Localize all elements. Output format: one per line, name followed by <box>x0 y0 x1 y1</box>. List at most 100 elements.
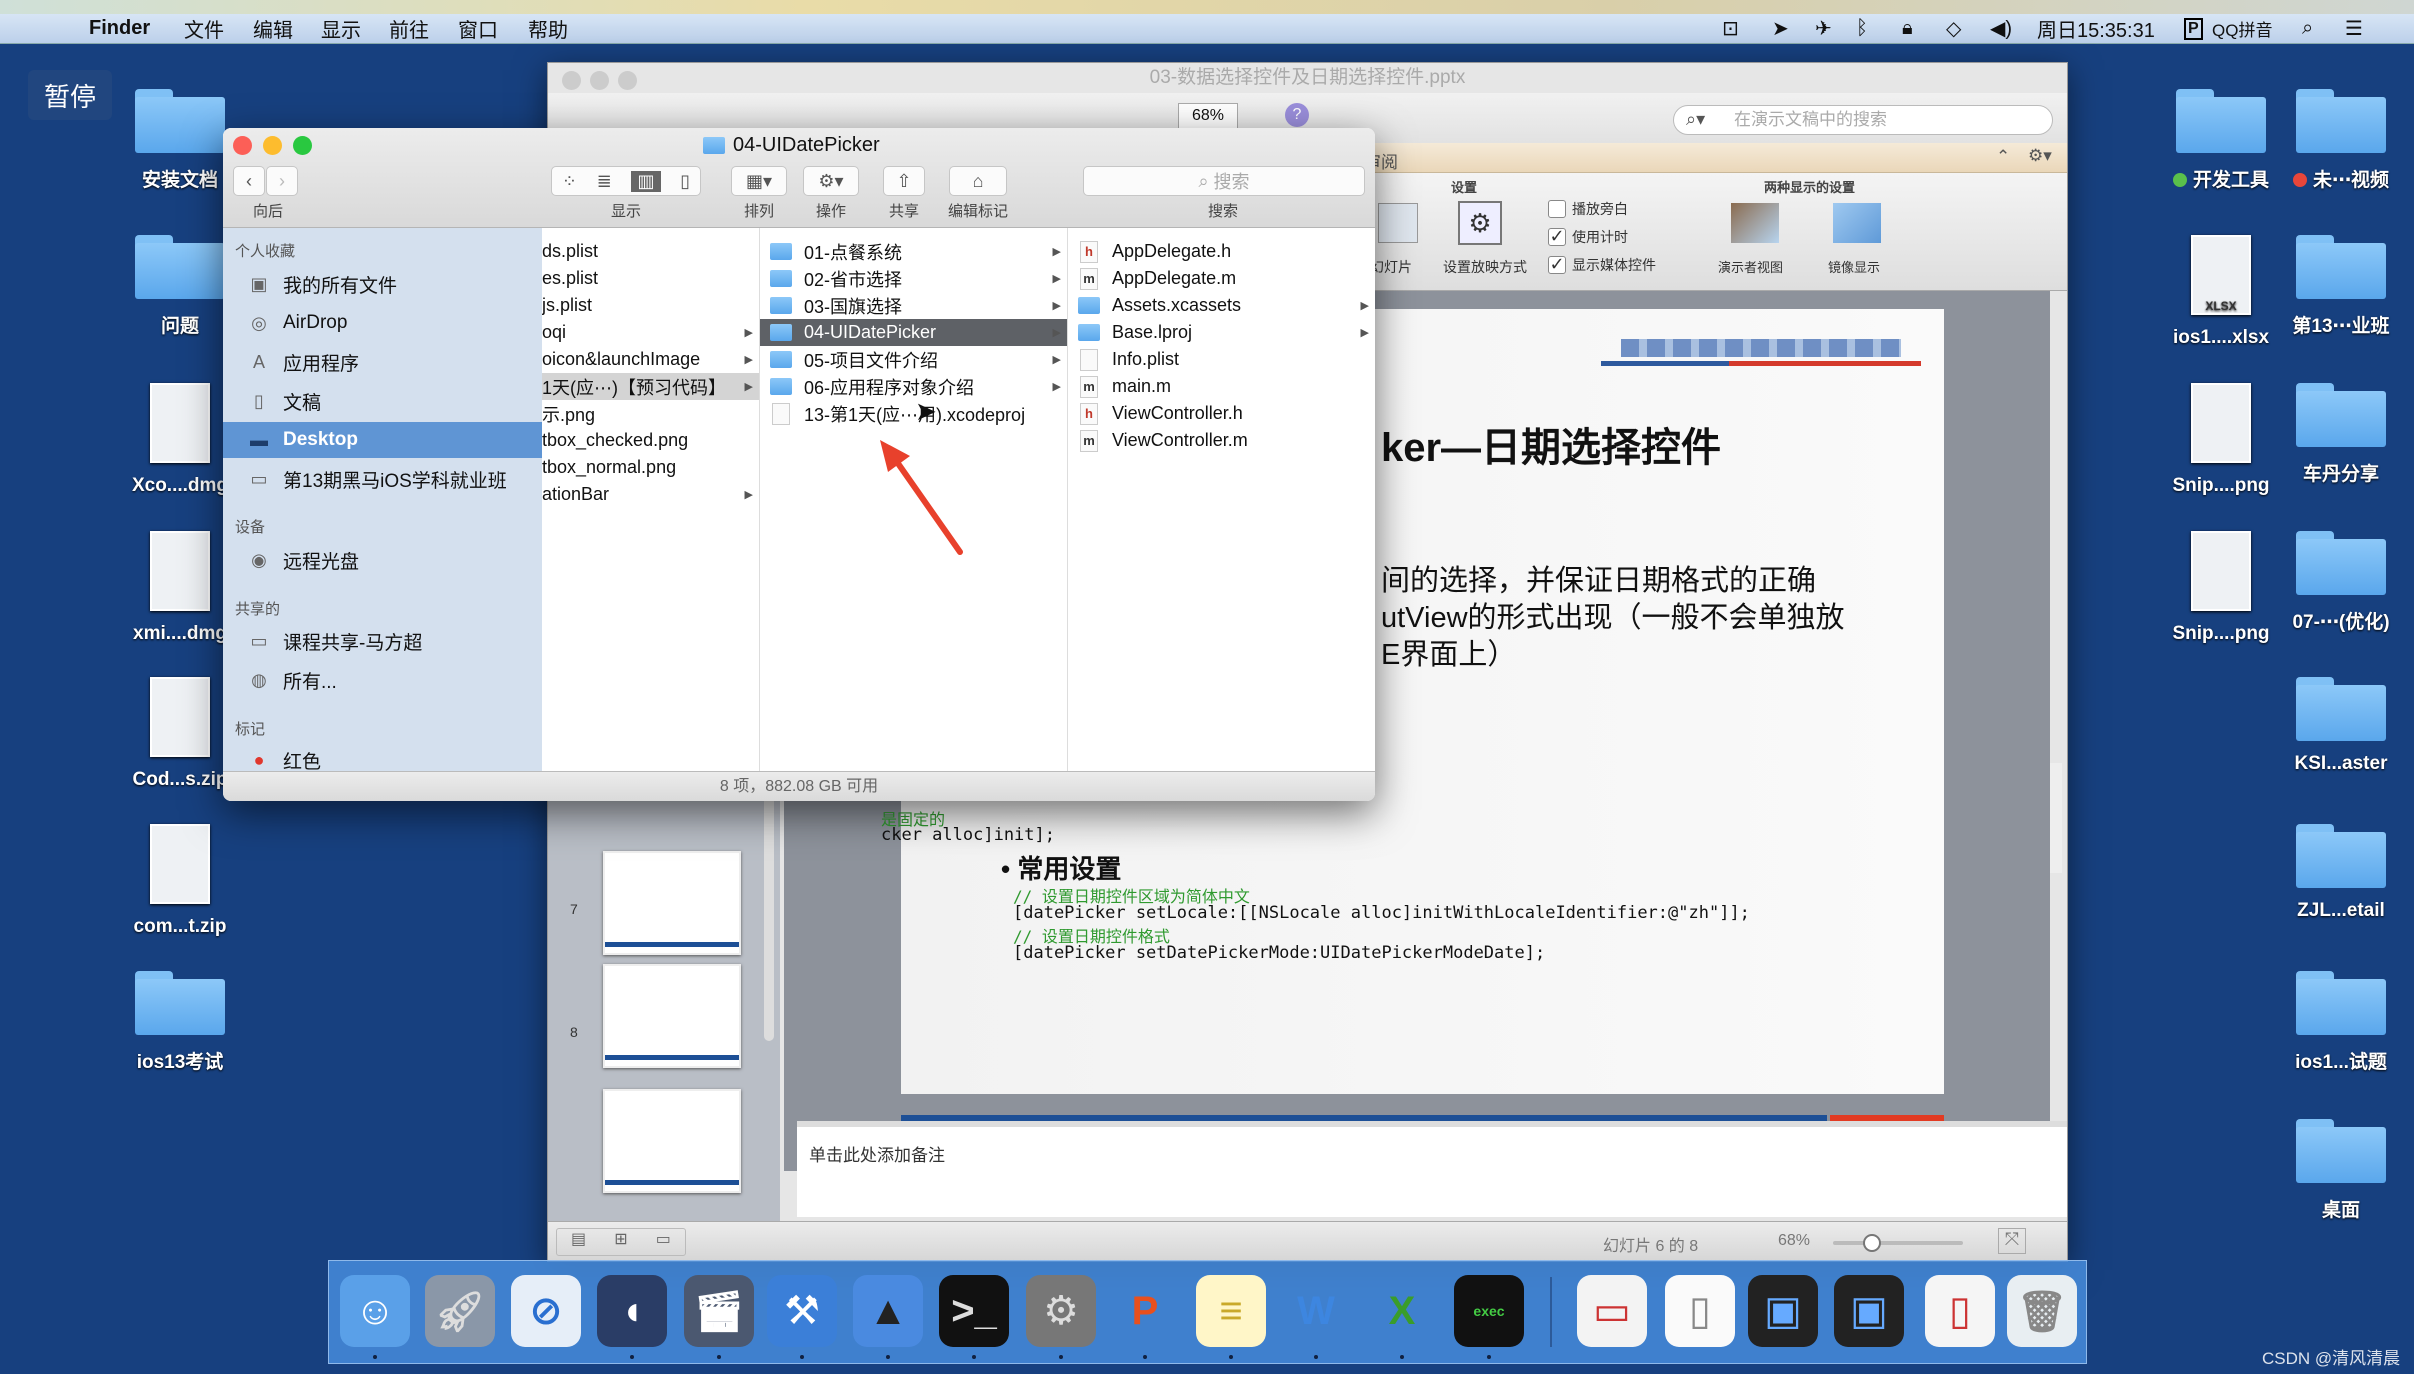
desktop-icon-item[interactable]: 开发工具 <box>2151 89 2291 192</box>
file-row[interactable]: es.plist <box>542 265 759 292</box>
file-row[interactable]: h ViewController.h <box>1068 400 1375 427</box>
finder-minimize-button[interactable] <box>263 136 282 155</box>
column-view-icon[interactable]: ▥ <box>631 170 661 192</box>
volume-icon[interactable]: ◀) <box>1990 16 2012 41</box>
menu-app-name[interactable]: Finder <box>89 17 150 40</box>
dock-excel-icon[interactable]: X <box>1367 1275 1437 1347</box>
file-row[interactable]: ationBar ▶ <box>542 481 759 508</box>
checkbox-media-controls[interactable]: ✓ 显示媒体控件 <box>1548 255 1656 275</box>
sidebar-item-course-folder[interactable]: ▭ 第13期黑马iOS学科就业班 <box>223 461 542 497</box>
file-row[interactable]: ds.plist <box>542 238 759 265</box>
sidebar-item-all-files[interactable]: ▣ 我的所有文件 <box>223 266 542 302</box>
mirror-display-button[interactable]: 镜像显示 <box>1828 257 1880 276</box>
menu-edit[interactable]: 编辑 <box>253 14 293 43</box>
bluetooth-icon[interactable]: ᛒ <box>1856 17 1868 40</box>
desktop-icon-item[interactable]: XLSX ios1....xlsx <box>2151 235 2291 349</box>
dock-simulator-icon[interactable]: ▲ <box>853 1275 923 1347</box>
dock-console-icon[interactable]: exec <box>1454 1275 1524 1347</box>
menu-file[interactable]: 文件 <box>184 14 224 43</box>
dock-launchpad-icon[interactable]: 🚀︎ <box>425 1275 495 1347</box>
file-row[interactable]: m main.m <box>1068 373 1375 400</box>
share-button[interactable]: ⇧ <box>883 166 925 196</box>
zoom-slider[interactable] <box>1833 1234 1963 1252</box>
sidebar-item-applications[interactable]: A 应用程序 <box>223 344 542 380</box>
dock-preview-doc-icon[interactable]: ▭ <box>1577 1275 1647 1347</box>
menu-go[interactable]: 前往 <box>389 14 429 43</box>
location-icon[interactable]: ➤ <box>1772 16 1789 41</box>
ppt-zoom-box[interactable]: 68% <box>1178 103 1238 129</box>
desktop-icon-item[interactable]: Snip....png <box>2151 383 2291 497</box>
collapse-ribbon-icon[interactable]: ⌃ <box>1996 147 2010 167</box>
ppt-search-input[interactable]: 在演示文稿中的搜索 <box>1673 105 2053 135</box>
dock-trash-icon[interactable]: 🗑︎ <box>2007 1275 2077 1347</box>
dock-safari-icon[interactable]: ⊘ <box>511 1275 581 1347</box>
fit-window-icon[interactable]: ⤧ <box>1998 1228 2026 1254</box>
dock-screenshot-2-icon[interactable]: ▣ <box>1834 1275 1904 1347</box>
zoom-slider-knob[interactable] <box>1863 1234 1881 1252</box>
view-mode-group[interactable]: ⁘ ≣ ▥ ▯ <box>551 166 701 196</box>
sidebar-item-documents[interactable]: ▯ 文稿 <box>223 383 542 419</box>
icon-view-icon[interactable]: ⁘ <box>562 171 577 192</box>
finder-search-input[interactable]: ⌕ 搜索 <box>1083 166 1365 196</box>
file-row[interactable]: 06-应用程序对象介绍 ▶ <box>760 373 1067 400</box>
file-row[interactable]: m AppDelegate.m <box>1068 265 1375 292</box>
menu-window[interactable]: 窗口 <box>458 14 498 43</box>
normal-view-icon[interactable]: ▤ <box>571 1229 586 1255</box>
file-row[interactable]: Assets.xcassets ▶ <box>1068 292 1375 319</box>
finder-zoom-button[interactable] <box>293 136 312 155</box>
gear-icon[interactable]: ⚙▾ <box>2028 146 2052 166</box>
dock-terminal-icon[interactable]: >_ <box>939 1275 1009 1347</box>
desktop-icon-item[interactable]: 车丹分享 <box>2271 383 2411 486</box>
sidebar-item-all-shared[interactable]: ◍ 所有... <box>223 662 542 698</box>
desktop-icon-item[interactable]: 第13⋯业班 <box>2271 235 2411 338</box>
checkbox-narration[interactable]: 播放旁白 <box>1548 199 1628 219</box>
arrange-button[interactable]: ▦▾ <box>731 166 787 196</box>
dock-system-preferences-icon[interactable]: ⚙ <box>1026 1275 1096 1347</box>
checkbox-box[interactable] <box>1548 200 1566 218</box>
slide-thumbnail[interactable] <box>603 851 741 955</box>
presenter-view-button[interactable]: 演示者视图 <box>1718 257 1783 276</box>
file-row[interactable]: 示.png <box>542 400 759 427</box>
desktop-icon-item[interactable]: 未⋯视频 <box>2271 89 2411 192</box>
input-method-label[interactable]: QQ拼音 <box>2212 16 2272 41</box>
view-switcher[interactable]: ▤ ⊞ ▭ <box>556 1228 686 1256</box>
airplane-icon[interactable]: ✈ <box>1815 16 1832 41</box>
file-row[interactable]: m ViewController.m <box>1068 427 1375 454</box>
lock-icon[interactable]: 🔒︎ <box>1902 17 1913 40</box>
checkbox-timings[interactable]: ✓ 使用计时 <box>1548 227 1628 247</box>
hide-slides-button[interactable]: 幻灯片 <box>1370 257 1412 277</box>
dock-word-icon[interactable]: W <box>1281 1275 1351 1347</box>
setup-slideshow-button[interactable]: 设置放映方式 <box>1443 257 1527 277</box>
coverflow-view-icon[interactable]: ▯ <box>680 171 690 192</box>
input-method-icon[interactable]: P <box>2184 17 2203 40</box>
sidebar-item-airdrop[interactable]: ◎ AirDrop <box>223 305 542 341</box>
slide-thumbnail[interactable] <box>603 964 741 1068</box>
dock-finder-icon[interactable]: ☺ <box>340 1275 410 1347</box>
notes-pane[interactable]: 单击此处添加备注 <box>797 1121 2067 1217</box>
dock-screenshot-1-icon[interactable]: ▣ <box>1748 1275 1818 1347</box>
file-row[interactable]: 01-点餐系统 ▶ <box>760 238 1067 265</box>
notification-center-icon[interactable]: ☰ <box>2345 16 2363 41</box>
desktop-icon-item[interactable]: com...t.zip <box>110 824 250 938</box>
dock-mouse-icon[interactable]: ◖ <box>597 1275 667 1347</box>
file-row[interactable]: h AppDelegate.h <box>1068 238 1375 265</box>
pause-badge[interactable]: 暂停 <box>28 70 112 120</box>
finder-close-button[interactable] <box>233 136 252 155</box>
file-row[interactable]: 1天(应⋯)【预习代码】 ▶ <box>542 373 759 400</box>
file-row[interactable]: js.plist <box>542 292 759 319</box>
dock-imovie-icon[interactable]: 🎬︎ <box>684 1275 754 1347</box>
desktop-icon-item[interactable]: ios1...试题 <box>2271 971 2411 1074</box>
help-icon[interactable]: ? <box>1285 103 1309 127</box>
slide-scrollbar[interactable] <box>2050 763 2062 873</box>
desktop-icon-item[interactable]: Snip....png <box>2151 531 2291 645</box>
sidebar-item-remote-disc[interactable]: ◉ 远程光盘 <box>223 542 542 578</box>
file-row[interactable]: Info.plist <box>1068 346 1375 373</box>
file-row[interactable]: 03-国旗选择 ▶ <box>760 292 1067 319</box>
file-row[interactable]: Base.lproj ▶ <box>1068 319 1375 346</box>
desktop-icon-item[interactable]: KSI...aster <box>2271 677 2411 775</box>
presenter-view-small-icon[interactable]: ▭ <box>656 1229 671 1255</box>
file-row[interactable]: tbox_normal.png <box>542 454 759 481</box>
edit-tags-button[interactable]: ⌂ <box>949 166 1007 196</box>
desktop-icon-item[interactable]: ios13考试 <box>110 971 250 1074</box>
screen-record-icon[interactable]: ⊡ <box>1722 16 1739 41</box>
